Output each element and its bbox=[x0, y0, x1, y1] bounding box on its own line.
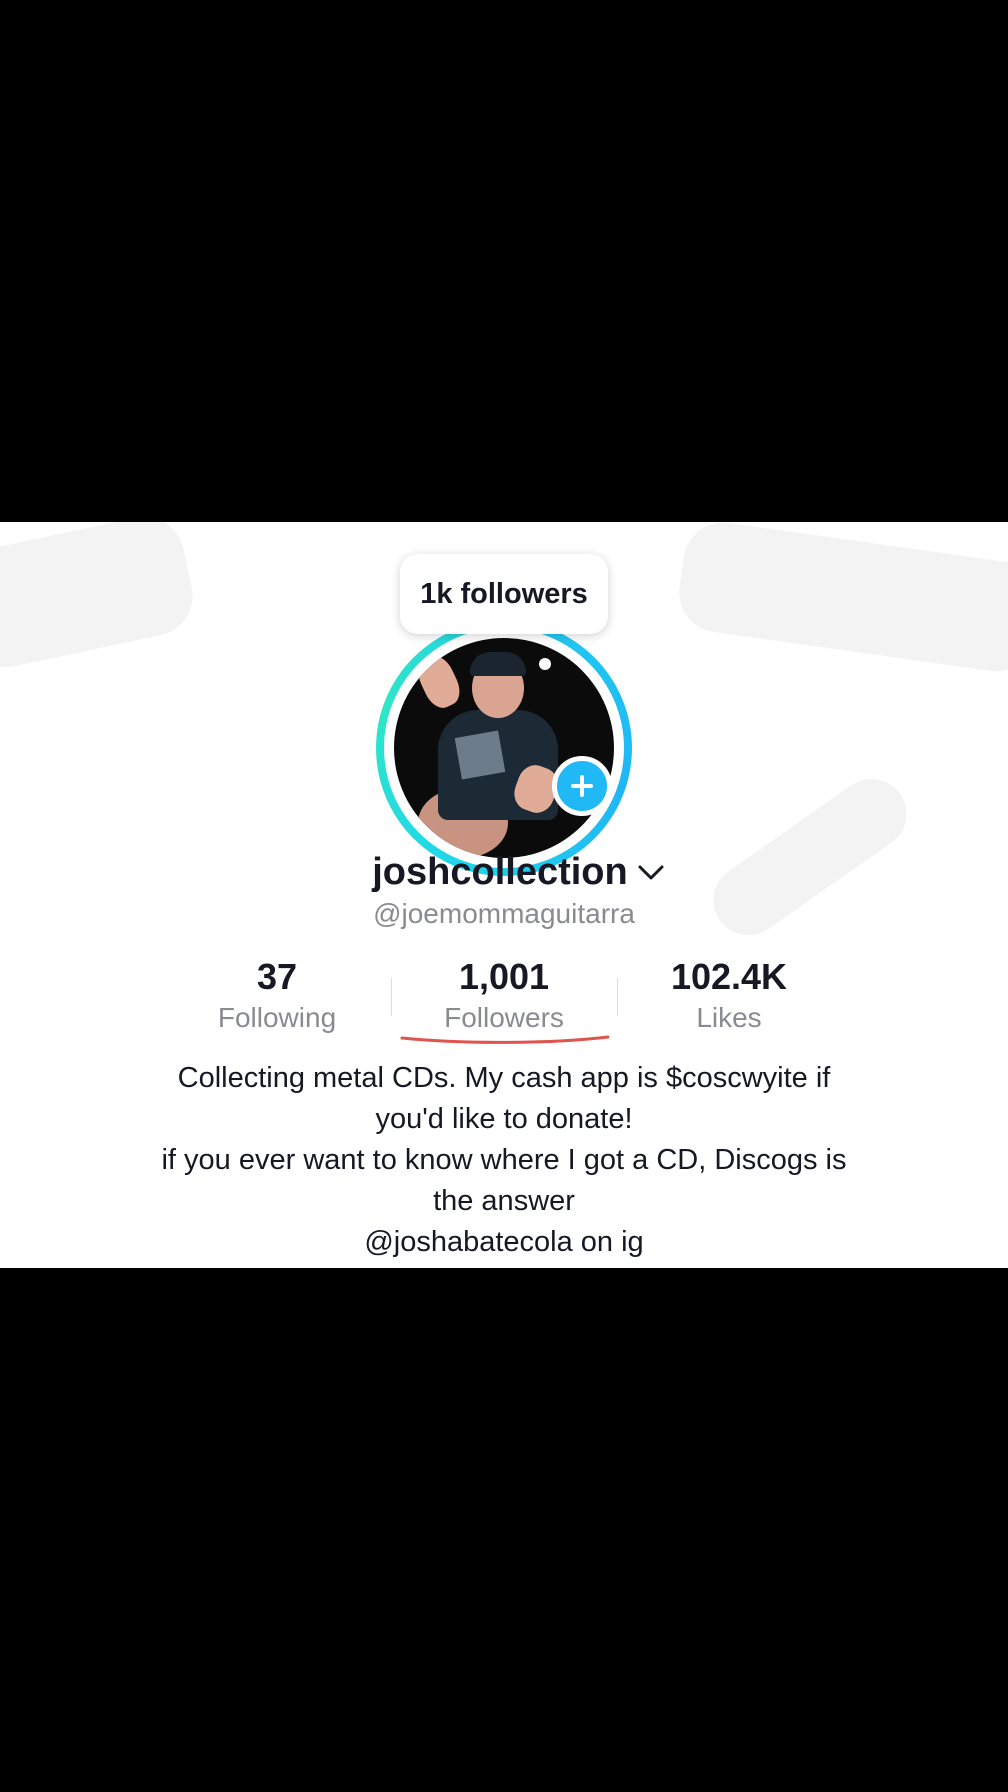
top-letterbox bbox=[0, 0, 1008, 522]
bio-line: Collecting metal CDs. My cash app is $co… bbox=[177, 1062, 831, 1094]
chevron-down-icon[interactable] bbox=[636, 861, 666, 883]
profile-bio: Collecting metal CDs. My cash app is $co… bbox=[60, 1058, 948, 1263]
following-count: 37 bbox=[256, 956, 298, 997]
follow-plus-button[interactable] bbox=[552, 756, 612, 816]
annotation-underline bbox=[400, 1035, 610, 1044]
bio-line: if you ever want to know where I got a C… bbox=[161, 1144, 847, 1176]
avatar[interactable] bbox=[394, 638, 614, 858]
followers-label: Followers bbox=[444, 1002, 564, 1033]
stat-likes[interactable]: 102.4K Likes bbox=[609, 956, 849, 1036]
stat-following[interactable]: 37 Following bbox=[157, 956, 397, 1036]
likes-label: Likes bbox=[696, 1002, 762, 1033]
bio-line: @joshabatecola on ig bbox=[364, 1226, 644, 1258]
bio-line: you'd like to donate! bbox=[375, 1103, 633, 1135]
stat-followers[interactable]: 1,001 Followers bbox=[384, 956, 624, 1036]
profile-header: 1k followers joshcollection @joemommagui… bbox=[0, 522, 1008, 1268]
tooltip-pointer bbox=[539, 658, 551, 670]
background-smudge bbox=[674, 522, 1008, 677]
background-smudge bbox=[0, 522, 200, 675]
display-name: joshcollection bbox=[372, 850, 628, 893]
tooltip-text: 1k followers bbox=[420, 577, 588, 610]
username-row[interactable]: joshcollection bbox=[0, 844, 1008, 900]
likes-count: 102.4K bbox=[670, 956, 788, 997]
followers-count: 1,001 bbox=[458, 956, 550, 997]
user-handle: @joemommaguitarra bbox=[373, 898, 635, 929]
following-label: Following bbox=[217, 1002, 337, 1033]
bottom-letterbox bbox=[0, 1268, 1008, 1792]
plus-icon bbox=[571, 775, 593, 797]
follower-milestone-tooltip: 1k followers bbox=[400, 554, 608, 634]
bio-line: the answer bbox=[433, 1185, 575, 1217]
